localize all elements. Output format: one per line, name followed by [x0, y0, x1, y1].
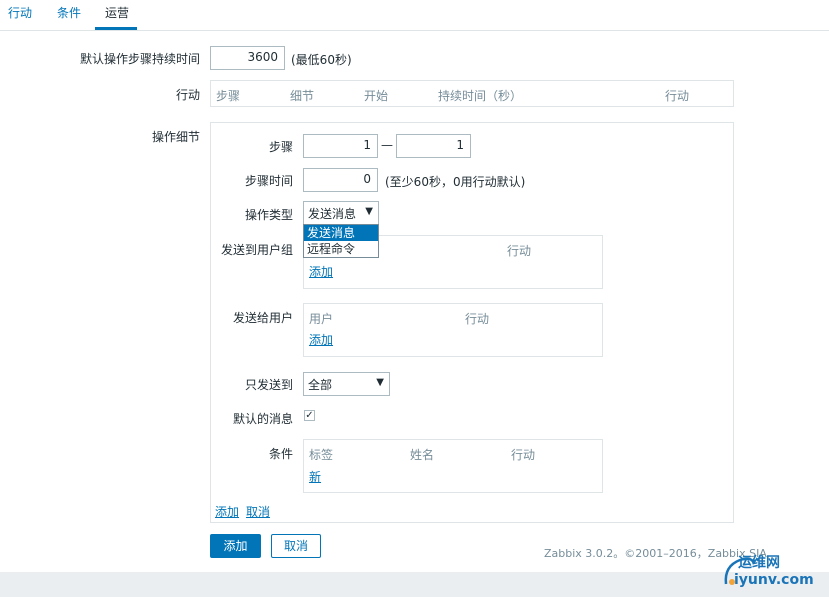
default-message-label: 默认的消息 — [232, 412, 293, 426]
col-step: 步骤 — [216, 89, 241, 103]
cond-col-action: 行动 — [511, 448, 536, 462]
tab-bar: 行动 条件 运营 — [0, 0, 829, 31]
add-user-link[interactable]: 添加 — [309, 331, 333, 348]
active-tab-indicator — [95, 27, 137, 30]
footer-bar — [0, 572, 829, 597]
default-message-checkbox[interactable]: ✓ — [304, 410, 315, 421]
groups-col-action: 行动 — [507, 244, 532, 258]
default-duration-label: 默认操作步骤持续时间 — [79, 52, 200, 66]
tab-action[interactable]: 行动 — [8, 4, 32, 21]
tab-conditions[interactable]: 条件 — [57, 4, 81, 21]
send-only-to-label: 只发送到 — [244, 378, 293, 392]
conditions-table: 标签 姓名 行动 新 — [303, 439, 603, 493]
checkmark-icon: ✓ — [305, 410, 314, 421]
chevron-down-icon: ▼ — [376, 377, 384, 388]
tab-operations[interactable]: 运营 — [105, 4, 129, 21]
send-to-groups-label: 发送到用户组 — [220, 243, 293, 257]
operation-type-options: 发送消息 远程命令 — [303, 224, 379, 258]
step-time-note: (至少60秒，0用行动默认) — [385, 175, 526, 189]
new-condition-link[interactable]: 新 — [309, 468, 321, 485]
cond-col-name: 姓名 — [410, 448, 435, 462]
cancel-operation-link[interactable]: 取消 — [246, 503, 270, 520]
step-from-input[interactable]: 1 — [303, 134, 378, 158]
col-duration: 持续时间（秒） — [438, 89, 523, 103]
col-details: 细节 — [290, 89, 315, 103]
step-time-input[interactable]: 0 — [303, 168, 378, 192]
steps-separator: — — [381, 138, 393, 152]
actions-table: 步骤 细节 开始 持续时间（秒） 行动 — [210, 80, 734, 107]
step-time-label: 步骤时间 — [244, 174, 293, 188]
col-start: 开始 — [364, 89, 389, 103]
option-send-message[interactable]: 发送消息 — [304, 225, 378, 241]
watermark-url: iyunv.com — [734, 572, 814, 588]
add-group-link[interactable]: 添加 — [309, 263, 333, 280]
steps-label: 步骤 — [268, 140, 293, 154]
watermark-logo: 运维网 iyunv.com — [722, 548, 826, 594]
chevron-down-icon: ▼ — [365, 206, 373, 217]
default-duration-note: (最低60秒) — [291, 53, 352, 67]
add-operation-link[interactable]: 添加 — [215, 503, 239, 520]
send-only-to-selected: 全部 — [308, 378, 333, 392]
step-to-input[interactable]: 1 — [396, 134, 471, 158]
users-col-action: 行动 — [465, 312, 490, 326]
cancel-button[interactable]: 取消 — [271, 534, 321, 558]
default-duration-input[interactable]: 3600 — [210, 46, 285, 70]
col-action: 行动 — [665, 89, 690, 103]
watermark-cn: 运维网 — [738, 555, 780, 571]
actions-label: 行动 — [175, 88, 200, 102]
send-to-users-label: 发送给用户 — [232, 311, 293, 325]
conditions-label: 条件 — [268, 447, 293, 461]
option-remote-command[interactable]: 远程命令 — [304, 241, 378, 257]
send-only-to-select[interactable]: 全部 ▼ — [303, 372, 390, 396]
cond-col-label: 标签 — [309, 448, 334, 462]
add-button[interactable]: 添加 — [210, 534, 261, 558]
operation-type-selected: 发送消息 — [308, 207, 357, 221]
users-col-user: 用户 — [309, 312, 334, 326]
operation-details-label: 操作细节 — [151, 130, 200, 144]
operation-type-select[interactable]: 发送消息 ▼ — [303, 201, 379, 225]
send-to-users-table: 用户 行动 添加 — [303, 303, 603, 357]
operation-type-label: 操作类型 — [244, 208, 293, 222]
